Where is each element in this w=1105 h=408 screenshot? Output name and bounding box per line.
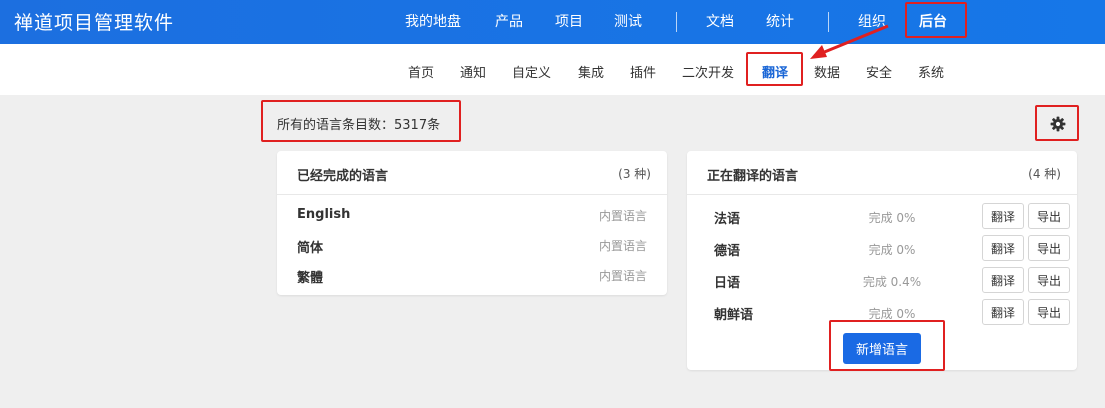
nav-test[interactable]: 测试 — [614, 11, 642, 31]
translate-button[interactable]: 翻译 — [982, 235, 1024, 261]
export-button[interactable]: 导出 — [1028, 299, 1070, 325]
translate-button[interactable]: 翻译 — [982, 267, 1024, 293]
subnav-notify[interactable]: 通知 — [460, 62, 486, 81]
language-name: 简体 — [297, 241, 324, 256]
language-entry-count: 所有的语言条目数：5317条 — [277, 118, 441, 133]
list-item: 法语 完成 0% 翻译 导出 — [687, 201, 1077, 233]
card-count: (3 种) — [618, 167, 651, 181]
app-title: 禅道项目管理软件 — [14, 12, 175, 34]
top-header: 禅道项目管理软件 我的地盘 产品 项目 测试 文档 统计 组织 后台 — [0, 0, 1105, 44]
language-name: 繁體 — [297, 271, 324, 286]
arrow-icon — [810, 24, 889, 59]
language-name: English — [297, 207, 351, 222]
nav-product[interactable]: 产品 — [495, 11, 523, 31]
language-name: 法语 — [714, 212, 741, 227]
language-note: 内置语言 — [598, 239, 647, 253]
language-name: 日语 — [714, 276, 741, 291]
subnav-custom[interactable]: 自定义 — [512, 62, 551, 81]
gear-icon — [1050, 116, 1066, 132]
translate-button[interactable]: 翻译 — [982, 299, 1024, 325]
list-item: 朝鲜语 完成 0% 翻译 导出 — [687, 297, 1077, 329]
nav-admin[interactable]: 后台 — [919, 11, 947, 31]
translation-progress: 完成 0.4% — [862, 275, 922, 289]
nav-doc[interactable]: 文档 — [706, 11, 734, 31]
list-item: English 内置语言 — [277, 201, 667, 231]
sub-nav: 首页 通知 自定义 集成 插件 二次开发 翻译 数据 安全 系统 — [0, 44, 1105, 95]
list-item: 简体 内置语言 — [277, 231, 667, 261]
nav-divider — [676, 12, 677, 32]
subnav-translate[interactable]: 翻译 — [762, 62, 788, 81]
card-title: 正在翻译的语言 — [707, 169, 799, 184]
list-item: 繁體 内置语言 — [277, 261, 667, 291]
card-title: 已经完成的语言 — [297, 169, 389, 184]
export-button[interactable]: 导出 — [1028, 267, 1070, 293]
subnav-dev[interactable]: 二次开发 — [682, 62, 734, 81]
language-name: 德语 — [714, 244, 741, 259]
card-count: (4 种) — [1028, 167, 1061, 181]
add-language-button[interactable]: 新增语言 — [843, 333, 921, 364]
nav-my[interactable]: 我的地盘 — [405, 11, 461, 31]
language-note: 内置语言 — [598, 209, 647, 223]
nav-project[interactable]: 项目 — [555, 11, 583, 31]
export-button[interactable]: 导出 — [1028, 203, 1070, 229]
nav-stats[interactable]: 统计 — [766, 11, 794, 31]
card-header: 正在翻译的语言 (4 种) — [687, 151, 1077, 195]
card-header: 已经完成的语言 (3 种) — [277, 151, 667, 195]
subnav-plugin[interactable]: 插件 — [630, 62, 656, 81]
language-name: 朝鲜语 — [714, 308, 754, 323]
translation-progress: 完成 0% — [868, 307, 916, 321]
completed-languages-card: 已经完成的语言 (3 种) English 内置语言 简体 内置语言 繁體 内置… — [277, 151, 667, 295]
list-item: 德语 完成 0% 翻译 导出 — [687, 233, 1077, 265]
export-button[interactable]: 导出 — [1028, 235, 1070, 261]
list-item: 日语 完成 0.4% 翻译 导出 — [687, 265, 1077, 297]
translation-progress: 完成 0% — [868, 211, 916, 225]
subnav-integration[interactable]: 集成 — [578, 62, 604, 81]
language-note: 内置语言 — [598, 269, 647, 283]
subnav-home[interactable]: 首页 — [408, 62, 434, 81]
translation-progress: 完成 0% — [868, 243, 916, 257]
subnav-system[interactable]: 系统 — [918, 62, 944, 81]
translate-button[interactable]: 翻译 — [982, 203, 1024, 229]
settings-button[interactable] — [1040, 110, 1076, 138]
